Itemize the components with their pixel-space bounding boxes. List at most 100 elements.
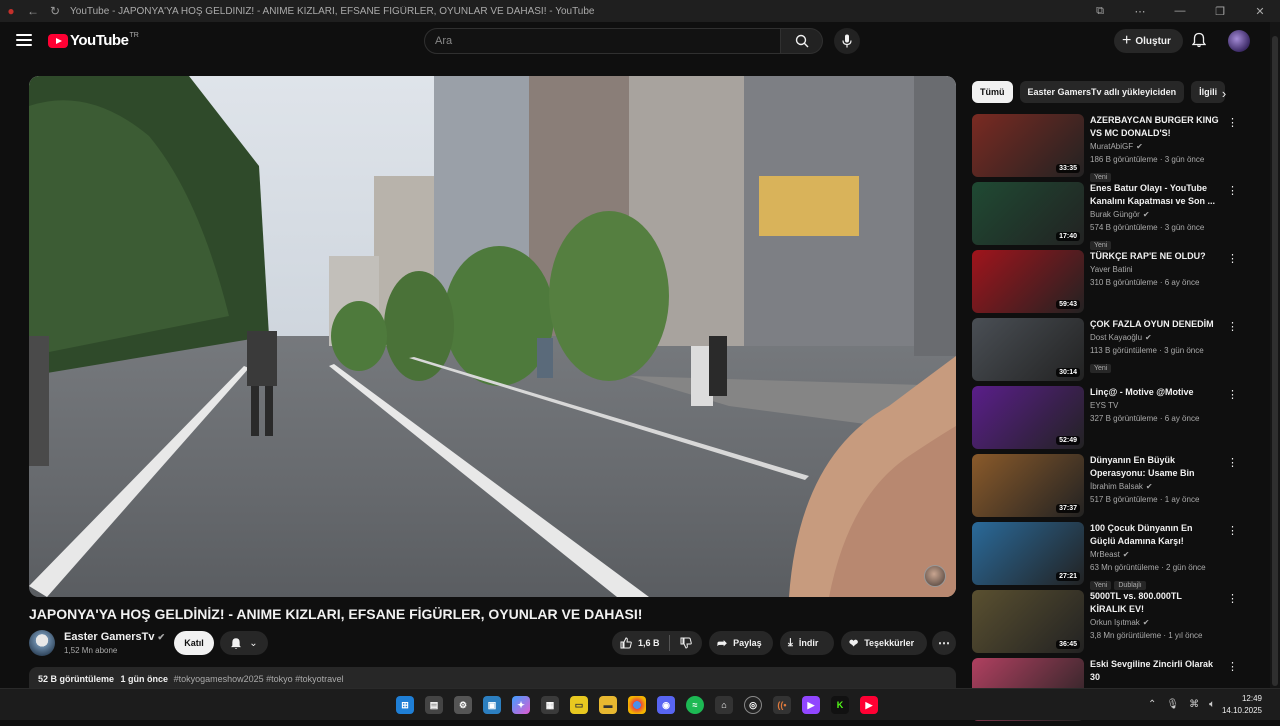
- sticky-notes-icon[interactable]: ▭: [570, 696, 588, 714]
- recommendation-channel[interactable]: MuratAbiGF ✔: [1090, 140, 1220, 153]
- search-input[interactable]: [435, 35, 780, 47]
- more-vert-icon[interactable]: ⋮: [1227, 592, 1238, 605]
- recommendation-title[interactable]: Enes Batur Olayı - YouTube Kanalını Kapa…: [1090, 182, 1220, 208]
- like-button[interactable]: 1,6 B: [612, 635, 670, 651]
- start-icon[interactable]: ⊞: [396, 696, 414, 714]
- search-button[interactable]: [781, 28, 823, 54]
- window-menu-icon[interactable]: ⋯: [1120, 0, 1160, 22]
- more-vert-icon[interactable]: ⋮: [1227, 524, 1238, 537]
- store-icon[interactable]: ▦: [541, 696, 559, 714]
- obs-icon[interactable]: ◎: [744, 696, 762, 714]
- recommendation-thumbnail[interactable]: 59:43: [972, 250, 1084, 313]
- extension-icon[interactable]: ⧉: [1080, 0, 1120, 22]
- recommendation-thumbnail[interactable]: 17:40: [972, 182, 1084, 245]
- recommendation-title[interactable]: AZERBAYCAN BURGER KING VS MC DONALD'S!: [1090, 114, 1220, 140]
- recommendation-title[interactable]: Eski Sevgiline Zincirli Olarak 30: [1090, 658, 1220, 684]
- reload-icon[interactable]: ↻: [44, 0, 66, 22]
- more-vert-icon[interactable]: ⋮: [1227, 320, 1238, 333]
- copilot-icon[interactable]: ✦: [512, 696, 530, 714]
- minimize-icon[interactable]: —: [1160, 0, 1200, 22]
- recommendation-title[interactable]: Linç@ - Motive @Motive: [1090, 386, 1220, 399]
- task-view-icon[interactable]: ▤: [425, 696, 443, 714]
- scrollbar-thumb[interactable]: [1272, 36, 1278, 686]
- recommendation-channel[interactable]: EYS TV: [1090, 399, 1220, 412]
- volume-icon[interactable]: 🔈︎: [1209, 699, 1215, 710]
- voice-search-button[interactable]: [834, 28, 860, 54]
- network-icon[interactable]: ⌘: [1189, 699, 1199, 710]
- file-explorer-icon[interactable]: ▬: [599, 696, 617, 714]
- dislike-button[interactable]: [670, 637, 702, 649]
- restore-icon[interactable]: ❐: [1200, 0, 1240, 22]
- recommendation-item[interactable]: 59:43 TÜRKÇE RAP'E NE OLDU? Yaver Batini…: [972, 250, 1248, 318]
- chip-from-uploader[interactable]: Easter GamersTv adlı yükleyiciden: [1019, 81, 1185, 103]
- settings-icon[interactable]: ⚙: [454, 696, 472, 714]
- recommendation-title[interactable]: Dünyanın En Büyük Operasyonu: Usame Bin …: [1090, 454, 1220, 480]
- recommendation-thumbnail[interactable]: 33:35: [972, 114, 1084, 177]
- more-vert-icon[interactable]: ⋮: [1227, 116, 1238, 129]
- more-vert-icon[interactable]: ⋮: [1227, 456, 1238, 469]
- recommendation-thumbnail[interactable]: 52:49: [972, 386, 1084, 449]
- system-clock[interactable]: 12:49 14.10.2025: [1222, 693, 1262, 717]
- notifications-button[interactable]: [1191, 32, 1207, 53]
- share-button[interactable]: ➦ Paylaş: [709, 631, 773, 655]
- join-button[interactable]: Katıl: [174, 631, 214, 655]
- recommendation-thumbnail[interactable]: 37:37: [972, 454, 1084, 517]
- more-actions-button[interactable]: ⋯: [932, 631, 956, 655]
- recommendation-channel[interactable]: Dost Kayaoğlu ✔: [1090, 331, 1220, 344]
- steam-like-icon[interactable]: ⌂: [715, 696, 733, 714]
- download-button[interactable]: ⤓ İndir: [780, 631, 834, 655]
- page-scrollbar[interactable]: [1270, 22, 1280, 688]
- description-box[interactable]: 52 B görüntüleme 1 gün önce #tokyogamesh…: [29, 667, 956, 689]
- youtube-logo[interactable]: YouTube TR: [48, 32, 139, 49]
- video-player[interactable]: [29, 76, 956, 597]
- microphone-tray-icon[interactable]: 🎙︎: [1166, 699, 1179, 710]
- more-vert-icon[interactable]: ⋮: [1227, 660, 1238, 673]
- recommendation-channel[interactable]: Orkun Işıtmak ✔: [1090, 616, 1220, 629]
- more-vert-icon[interactable]: ⋮: [1227, 252, 1238, 265]
- close-icon[interactable]: ✕: [1240, 0, 1280, 22]
- recommendation-channel[interactable]: İbrahim Balsak ✔: [1090, 480, 1220, 493]
- recommendation-item[interactable]: 17:40 Enes Batur Olayı - YouTube Kanalın…: [972, 182, 1248, 250]
- account-avatar[interactable]: [1228, 30, 1250, 52]
- channel-name[interactable]: Easter GamersTv ✔: [64, 631, 165, 643]
- more-vert-icon[interactable]: ⋮: [1227, 184, 1238, 197]
- create-button[interactable]: + Oluştur: [1114, 29, 1183, 53]
- kick-icon[interactable]: K: [831, 696, 849, 714]
- broadcast-icon[interactable]: ((•: [773, 696, 791, 714]
- recommendation-channel-text: MuratAbiGF: [1090, 142, 1134, 151]
- recommendation-item[interactable]: 37:37 Dünyanın En Büyük Operasyonu: Usam…: [972, 454, 1248, 522]
- more-vert-icon[interactable]: ⋮: [1227, 388, 1238, 401]
- recommendation-item[interactable]: 52:49 Linç@ - Motive @Motive EYS TV 327 …: [972, 386, 1248, 454]
- discord-icon[interactable]: ◉: [657, 696, 675, 714]
- recommendation-title[interactable]: 5000TL vs. 800.000TL KİRALIK EV! (#Sonra…: [1090, 590, 1220, 616]
- channel-watermark[interactable]: [924, 565, 946, 587]
- recommendation-thumbnail[interactable]: 30:14: [972, 318, 1084, 381]
- recommendation-channel[interactable]: Burak Güngör ✔: [1090, 208, 1220, 221]
- recommendation-channel[interactable]: Yaver Batini: [1090, 263, 1220, 276]
- recommendation-item[interactable]: 33:35 AZERBAYCAN BURGER KING VS MC DONAL…: [972, 114, 1248, 182]
- back-icon[interactable]: ←: [22, 0, 44, 22]
- recommendation-item[interactable]: 30:14 ÇOK FAZLA OYUN DENEDİM Dost Kayaoğ…: [972, 318, 1248, 386]
- subscription-bell-button[interactable]: ⌄: [220, 631, 268, 655]
- recommendation-thumbnail[interactable]: 27:21: [972, 522, 1084, 585]
- chevron-right-icon[interactable]: ›: [1215, 84, 1233, 102]
- photos-icon[interactable]: ▣: [483, 696, 501, 714]
- tray-overflow-icon[interactable]: ⌃: [1148, 699, 1156, 710]
- youtube-app-icon[interactable]: ▶: [860, 696, 878, 714]
- channel-avatar[interactable]: [29, 630, 55, 656]
- recommendation-item[interactable]: 36:45 5000TL vs. 800.000TL KİRALIK EV! (…: [972, 590, 1248, 658]
- chrome-icon[interactable]: [628, 696, 646, 714]
- recommendation-title[interactable]: ÇOK FAZLA OYUN DENEDİM: [1090, 318, 1220, 331]
- recommendation-channel[interactable]: MrBeast ✔: [1090, 548, 1220, 561]
- recommendation-thumbnail[interactable]: 36:45: [972, 590, 1084, 653]
- video-frame: [29, 76, 956, 597]
- thanks-button[interactable]: ❤ Teşekkürler: [841, 631, 927, 655]
- recommendation-title[interactable]: TÜRKÇE RAP'E NE OLDU?: [1090, 250, 1220, 263]
- recommendation-title[interactable]: 100 Çocuk Dünyanın En Güçlü Adamına Karş…: [1090, 522, 1220, 548]
- twitch-icon[interactable]: ▶: [802, 696, 820, 714]
- hashtags[interactable]: #tokyogameshow2025 #tokyo #tokyotravel: [174, 674, 344, 684]
- recommendation-item[interactable]: 27:21 100 Çocuk Dünyanın En Güçlü Adamın…: [972, 522, 1248, 590]
- spotify-icon[interactable]: ≈: [686, 696, 704, 714]
- menu-icon[interactable]: [16, 34, 32, 46]
- chip-all[interactable]: Tümü: [972, 81, 1013, 103]
